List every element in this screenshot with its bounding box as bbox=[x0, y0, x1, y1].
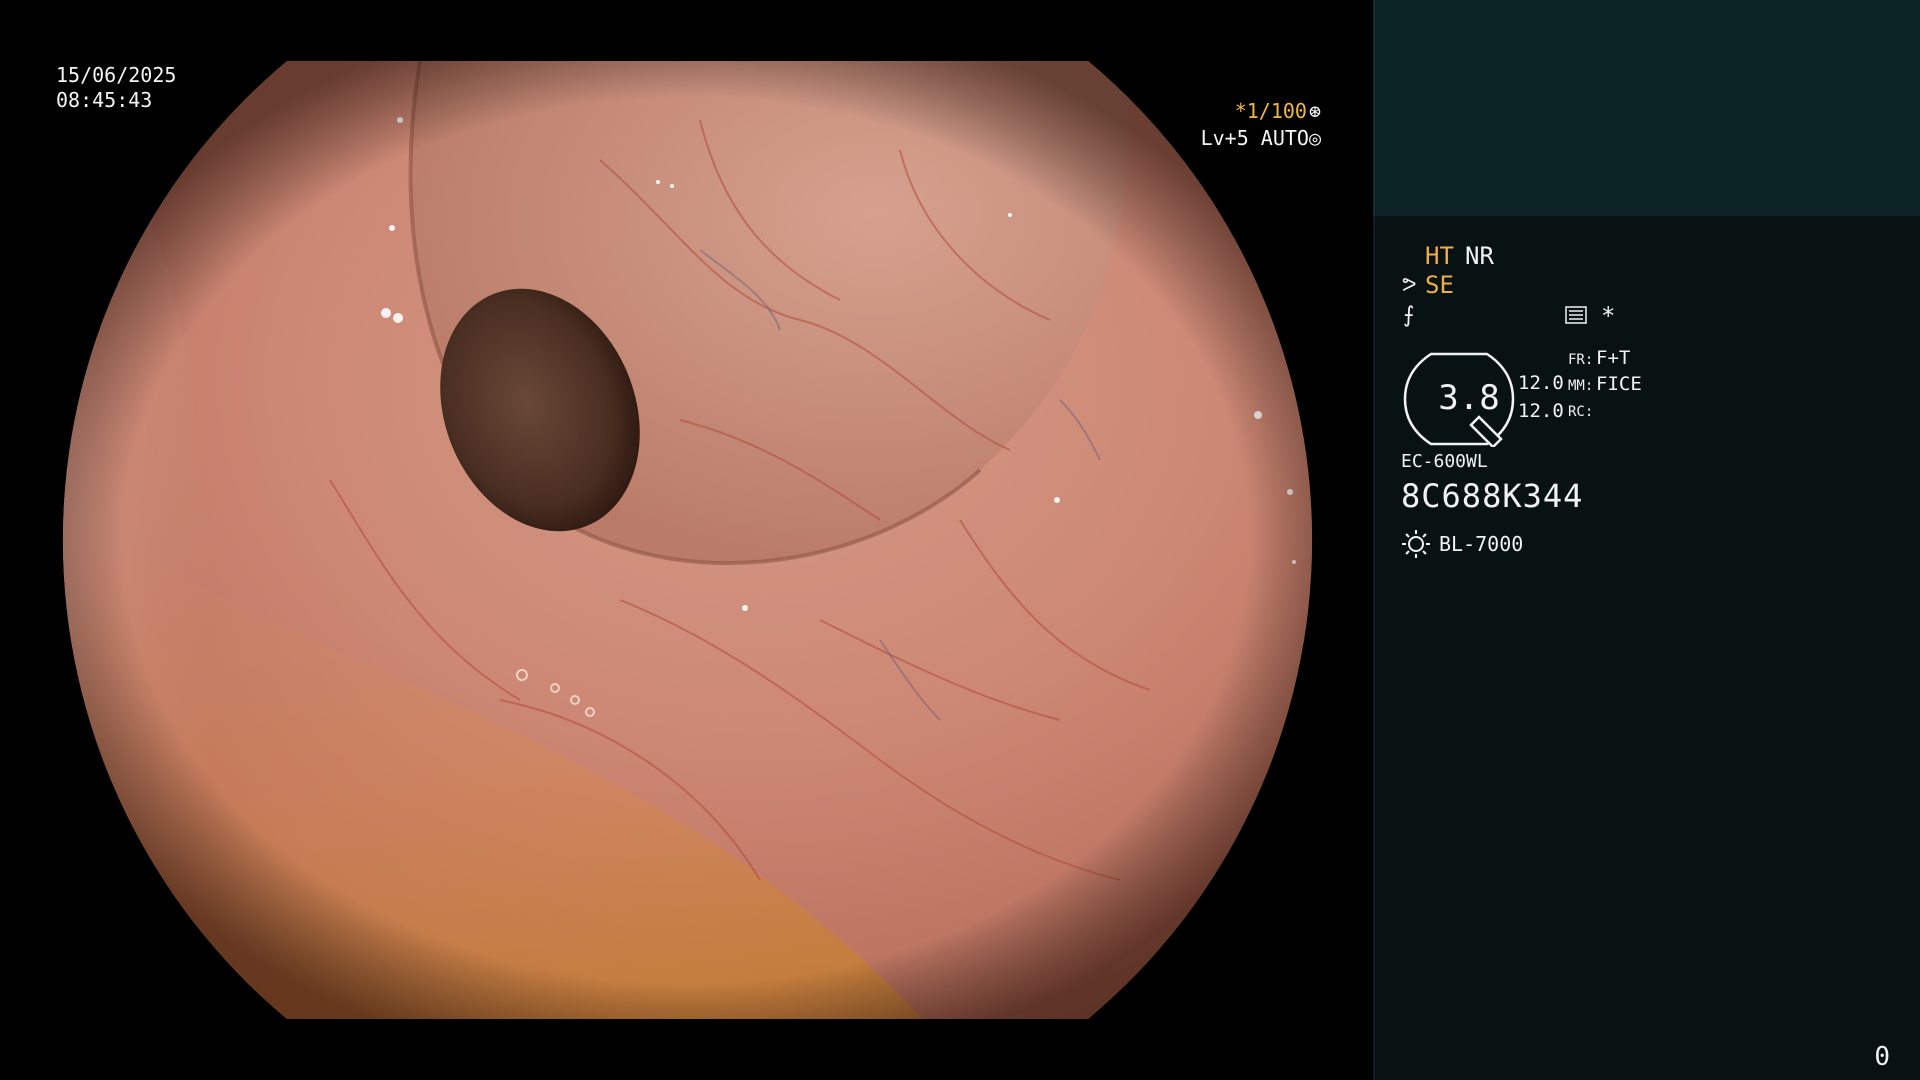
endoscope-view: 15/06/2025 08:45:43 *1/100 ⊛ Lv+5 AUTO◎ bbox=[0, 0, 1373, 1080]
shutter-value: *1/100 bbox=[1234, 99, 1307, 123]
menu-lines-icon bbox=[1565, 306, 1587, 324]
mm-value: FICE bbox=[1596, 373, 1642, 395]
mm-label: MM: bbox=[1568, 378, 1594, 394]
param-value-2: 12.0 bbox=[1518, 400, 1564, 422]
scope-model: EC-600WL bbox=[1401, 451, 1488, 472]
zoom-value: 3.8 bbox=[1438, 378, 1500, 418]
light-source-model: BL-7000 bbox=[1439, 532, 1524, 556]
exposure-readout: Lv+5 AUTO◎ bbox=[1201, 126, 1321, 151]
iris-icon: ◎ bbox=[1308, 126, 1321, 150]
star-indicator: * bbox=[1601, 302, 1616, 330]
nr-indicator: NR bbox=[1465, 242, 1494, 270]
sun-icon bbox=[1402, 530, 1430, 558]
endoscopy-screen: 15/06/2025 08:45:43 *1/100 ⊛ Lv+5 AUTO◎ H… bbox=[0, 0, 1920, 1080]
date-readout: 15/06/2025 bbox=[56, 63, 177, 87]
aperture-icon: ⊛ bbox=[1308, 99, 1321, 123]
edge-enhance-icon: ᕗ bbox=[1402, 272, 1417, 296]
patient-info-area bbox=[1373, 0, 1920, 216]
se-indicator: SE bbox=[1425, 271, 1454, 299]
fr-label: FR: bbox=[1568, 352, 1594, 368]
param-value-1: 12.0 bbox=[1518, 372, 1564, 394]
shutter-readout: *1/100 ⊛ bbox=[1235, 99, 1321, 124]
signal-icon: ⨍ bbox=[1403, 303, 1415, 328]
ht-indicator: HT bbox=[1425, 242, 1454, 270]
fr-value: F+T bbox=[1596, 347, 1631, 369]
image-counter: 0 bbox=[1874, 1042, 1890, 1072]
time-readout: 08:45:43 bbox=[56, 88, 153, 112]
scope-serial-number: 8C688K344 bbox=[1401, 477, 1584, 515]
rc-label: RC: bbox=[1568, 404, 1594, 420]
exposure-value: Lv+5 AUTO bbox=[1200, 126, 1309, 150]
settings-info-panel: HT NR ᕗ SE ⨍ * 3.8 12.0 12.0 FR: F+T MM:… bbox=[1373, 216, 1920, 1080]
colon-lumen-image bbox=[62, 61, 1313, 1019]
